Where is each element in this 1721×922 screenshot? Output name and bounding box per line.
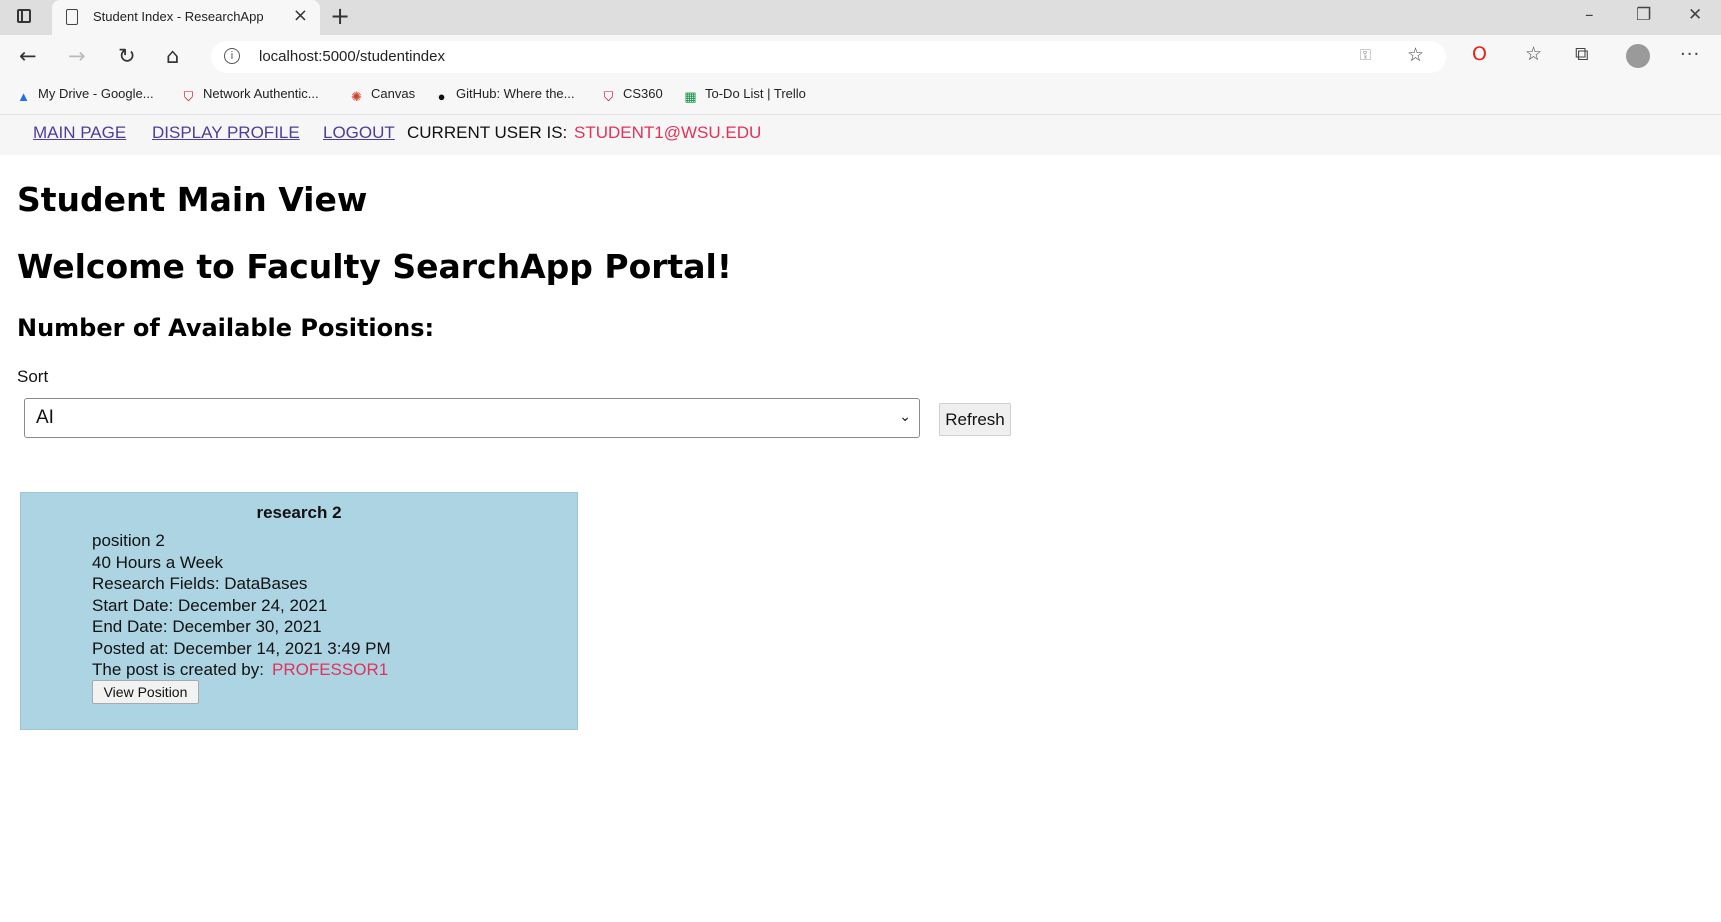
position-start-date: Start Date: December 24, 2021 <box>92 596 328 615</box>
close-tab-icon[interactable]: × <box>293 5 308 26</box>
reload-icon[interactable]: ↻ <box>118 44 136 68</box>
display-profile-link[interactable]: DISPLAY PROFILE <box>152 123 300 143</box>
canvas-icon: ✺ <box>351 89 362 104</box>
position-hours: 40 Hours a Week <box>92 553 224 572</box>
browser-toolbar: ← → ↻ ⌂ i localhost:5000/studentindex ⚿ … <box>0 35 1721 79</box>
current-user-label: CURRENT USER IS: <box>407 123 568 142</box>
page-title: Student Main View <box>17 180 368 219</box>
welcome-heading: Welcome to Faculty SearchApp Portal! <box>17 247 732 286</box>
bookmark-item[interactable]: ▦ To-Do List | Trello <box>683 86 806 104</box>
trello-icon: ▦ <box>684 89 697 104</box>
minimize-icon[interactable]: – <box>1585 5 1594 25</box>
browser-tab-bar: Student Index - ResearchApp × + – ❐ ✕ <box>0 0 1721 35</box>
created-by-label: The post is created by: <box>92 660 264 679</box>
tab-actions-icon[interactable] <box>17 9 31 23</box>
sort-label: Sort <box>17 367 49 386</box>
app-nav: MAIN PAGE DISPLAY PROFILE LOGOUT CURRENT… <box>0 115 1721 155</box>
position-name: position 2 <box>92 531 165 550</box>
favorites-icon[interactable]: ☆ <box>1525 43 1542 65</box>
wsu-shield-icon: ⛉ <box>603 89 614 104</box>
collections-icon[interactable]: ⧉ <box>1575 43 1589 65</box>
address-bar[interactable]: i localhost:5000/studentindex ⚿ ☆ <box>211 41 1446 73</box>
view-position-button[interactable]: View Position <box>92 680 199 704</box>
sort-selected-value: AI <box>36 407 54 428</box>
position-end-date: End Date: December 30, 2021 <box>92 617 322 636</box>
main-page-link[interactable]: MAIN PAGE <box>33 123 126 143</box>
position-title: research 2 <box>256 503 342 522</box>
logout-link[interactable]: LOGOUT <box>323 123 395 143</box>
tab-title: Student Index - ResearchApp <box>93 9 264 24</box>
refresh-button[interactable]: Refresh <box>939 403 1011 436</box>
key-icon[interactable]: ⚿ <box>1360 46 1371 64</box>
current-user-email: STUDENT1@WSU.EDU <box>574 123 762 142</box>
more-menu-icon[interactable]: ··· <box>1680 44 1700 65</box>
bookmarks-bar: ▲ My Drive - Google... ⛉ Network Authentic… <box>0 79 1721 115</box>
bookmark-item[interactable]: ▲ My Drive - Google... <box>16 86 154 104</box>
window-close-icon[interactable]: ✕ <box>1688 5 1702 25</box>
position-created-by: The post is created by: PROFESSOR1 <box>92 660 388 680</box>
opera-extension-icon[interactable]: O <box>1472 43 1487 65</box>
forward-icon[interactable]: → <box>68 44 86 68</box>
sort-select[interactable]: AI ⌄ <box>24 398 920 438</box>
address-url[interactable]: localhost:5000/studentindex <box>259 48 445 65</box>
position-posted-at: Posted at: December 14, 2021 3:49 PM <box>92 639 391 658</box>
bookmark-item[interactable]: ✺ Canvas <box>349 86 415 104</box>
page-icon <box>66 9 78 25</box>
google-drive-icon: ▲ <box>17 89 30 104</box>
position-fields: Research Fields: DataBases <box>92 574 308 593</box>
created-by-professor: PROFESSOR1 <box>271 660 389 679</box>
favorite-star-icon[interactable]: ☆ <box>1407 44 1424 66</box>
position-card: research 2 position 2 40 Hours a Week Re… <box>20 492 578 730</box>
wsu-shield-icon: ⛉ <box>183 89 194 104</box>
bookmark-item[interactable]: ⛉ CS360 <box>601 86 663 104</box>
back-icon[interactable]: ← <box>19 44 37 68</box>
site-info-icon[interactable]: i <box>224 48 240 64</box>
restore-icon[interactable]: ❐ <box>1636 5 1651 25</box>
home-icon[interactable]: ⌂ <box>166 44 179 68</box>
bookmark-item[interactable]: ⛉ Network Authentic... <box>181 86 319 104</box>
github-icon: ● <box>437 89 446 104</box>
browser-tab[interactable]: Student Index - ResearchApp × <box>52 0 320 35</box>
chevron-down-icon: ⌄ <box>899 409 911 425</box>
profile-avatar-icon[interactable] <box>1626 44 1650 68</box>
positions-heading: Number of Available Positions: <box>17 314 435 342</box>
bookmark-item[interactable]: ● GitHub: Where the... <box>434 86 575 104</box>
new-tab-icon[interactable]: + <box>330 2 350 30</box>
